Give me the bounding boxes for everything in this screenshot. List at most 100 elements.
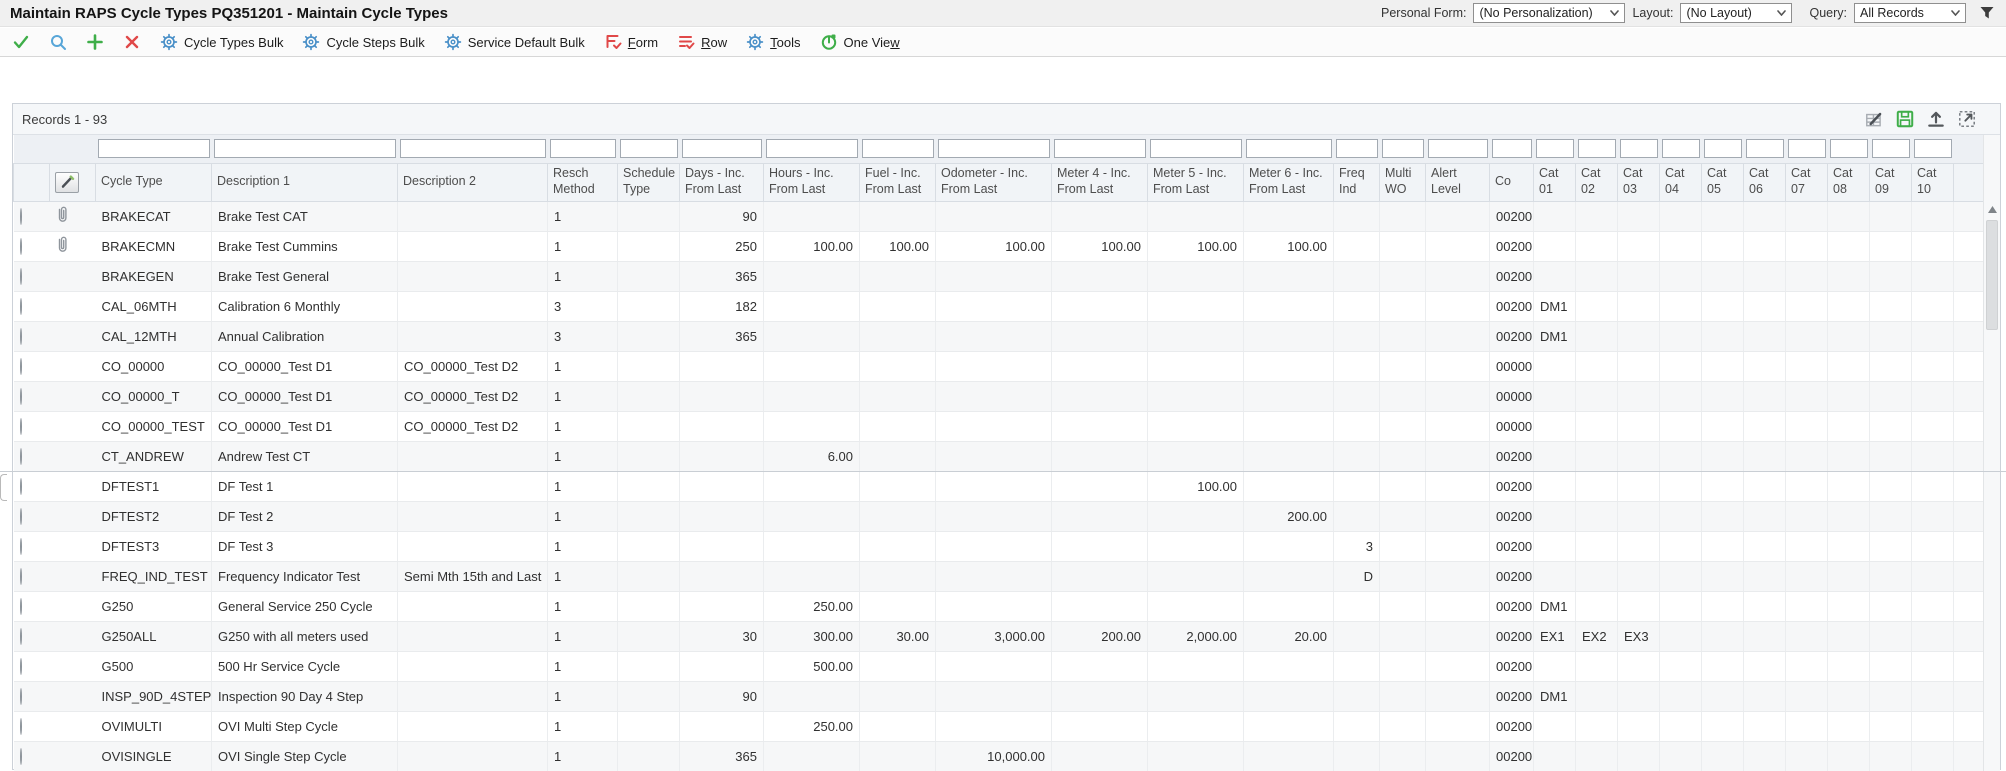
row-select-radio[interactable] (20, 328, 22, 345)
row-select-radio[interactable] (20, 658, 22, 675)
column-header-meter6[interactable]: Meter 6 - Inc. From Last (1244, 163, 1334, 201)
column-header-desc2[interactable]: Description 2 (398, 163, 548, 201)
row-select-radio[interactable] (20, 538, 22, 555)
table-row[interactable]: CO_00000CO_00000_Test D1CO_00000_Test D2… (14, 351, 1984, 381)
one-view-button[interactable]: One View (820, 33, 900, 51)
column-header-resch[interactable]: Resch Method (548, 163, 618, 201)
row-select-radio[interactable] (20, 688, 22, 705)
table-row[interactable]: DFTEST1DF Test 11100.0000200 (14, 471, 1984, 501)
qbe-input-cat09[interactable] (1872, 139, 1910, 158)
row-select-radio[interactable] (20, 388, 22, 405)
qbe-input-cat10[interactable] (1914, 139, 1952, 158)
column-header-cat10[interactable]: Cat 10 (1912, 163, 1954, 201)
row-button[interactable]: Row (677, 33, 727, 51)
qbe-input-cycleType[interactable] (98, 139, 210, 158)
qbe-input-hours[interactable] (766, 139, 858, 158)
qbe-input-cat07[interactable] (1788, 139, 1826, 158)
row-select-radio[interactable] (20, 748, 22, 765)
tools-button[interactable]: Tools (746, 33, 800, 51)
cycle-types-bulk-button[interactable]: Cycle Types Bulk (160, 33, 283, 51)
column-header-alertLevel[interactable]: Alert Level (1426, 163, 1490, 201)
add-button[interactable] (86, 33, 104, 51)
column-header-meter5[interactable]: Meter 5 - Inc. From Last (1148, 163, 1244, 201)
table-row[interactable]: CAL_12MTHAnnual Calibration336500200DM1 (14, 321, 1984, 351)
table-row[interactable]: DFTEST3DF Test 31300200 (14, 531, 1984, 561)
row-select-radio[interactable] (20, 238, 22, 255)
column-header-cat01[interactable]: Cat 01 (1534, 163, 1576, 201)
column-header-cat08[interactable]: Cat 08 (1828, 163, 1870, 201)
column-header-desc1[interactable]: Description 1 (212, 163, 398, 201)
personal-form-select[interactable]: (No Personalization) (1473, 3, 1625, 23)
column-header-hours[interactable]: Hours - Inc. From Last (764, 163, 860, 201)
column-header-cat09[interactable]: Cat 09 (1870, 163, 1912, 201)
row-select-radio[interactable] (20, 718, 22, 735)
qbe-input-schedType[interactable] (620, 139, 678, 158)
column-header-freqInd[interactable]: Freq Ind (1334, 163, 1380, 201)
grid-export-icon[interactable] (1895, 109, 1915, 129)
column-header-cat04[interactable]: Cat 04 (1660, 163, 1702, 201)
table-row[interactable]: CAL_06MTHCalibration 6 Monthly318200200D… (14, 291, 1984, 321)
row-select-radio[interactable] (20, 418, 22, 435)
table-row[interactable]: G250General Service 250 Cycle1250.000020… (14, 591, 1984, 621)
qbe-input-cat01[interactable] (1536, 139, 1574, 158)
scroll-up-button[interactable] (1984, 201, 2000, 218)
table-row[interactable]: BRAKECATBrake Test CAT19000200 (14, 201, 1984, 231)
column-header-fuel[interactable]: Fuel - Inc. From Last (860, 163, 936, 201)
layout-select[interactable]: (No Layout) (1680, 3, 1792, 23)
qbe-input-desc2[interactable] (400, 139, 546, 158)
qbe-input-cat03[interactable] (1620, 139, 1658, 158)
grid-maximize-icon[interactable] (1957, 109, 1977, 129)
table-row[interactable]: BRAKECMNBrake Test Cummins1250100.00100.… (14, 231, 1984, 261)
service-default-bulk-button[interactable]: Service Default Bulk (444, 33, 585, 51)
table-row[interactable]: FREQ_IND_TESTFrequency Indicator TestSem… (14, 561, 1984, 591)
qbe-input-cat04[interactable] (1662, 139, 1700, 158)
table-row[interactable]: CT_ANDREWAndrew Test CT16.0000200 (14, 441, 1984, 471)
qbe-input-co[interactable] (1492, 139, 1532, 158)
qbe-input-odometer[interactable] (938, 139, 1050, 158)
qbe-input-multiWO[interactable] (1382, 139, 1424, 158)
table-row[interactable]: OVIMULTIOVI Multi Step Cycle1250.0000200 (14, 711, 1984, 741)
table-row[interactable]: G250ALLG250 with all meters used130300.0… (14, 621, 1984, 651)
column-header-meter4[interactable]: Meter 4 - Inc. From Last (1052, 163, 1148, 201)
row-select-radio[interactable] (20, 478, 22, 495)
find-button[interactable] (49, 33, 67, 51)
qbe-input-meter4[interactable] (1054, 139, 1146, 158)
qbe-input-meter5[interactable] (1150, 139, 1242, 158)
scrollbar-thumb[interactable] (1986, 220, 1998, 330)
column-header-cat07[interactable]: Cat 07 (1786, 163, 1828, 201)
row-select-radio[interactable] (20, 628, 22, 645)
grid-personalize-icon[interactable] (1864, 109, 1884, 129)
query-filter-funnel-icon[interactable] (1978, 4, 1996, 22)
qbe-input-cat05[interactable] (1704, 139, 1742, 158)
paperclip-icon[interactable] (56, 205, 69, 224)
qbe-input-cat06[interactable] (1746, 139, 1784, 158)
grid-import-icon[interactable] (1926, 109, 1946, 129)
row-select-radio[interactable] (20, 268, 22, 285)
table-row[interactable]: DFTEST2DF Test 21200.0000200 (14, 501, 1984, 531)
form-button[interactable]: Form (604, 33, 658, 51)
row-select-radio[interactable] (20, 598, 22, 615)
row-select-radio[interactable] (20, 298, 22, 315)
ok-button[interactable] (12, 33, 30, 51)
table-row[interactable]: BRAKEGENBrake Test General136500200 (14, 261, 1984, 291)
row-select-radio[interactable] (20, 208, 22, 225)
column-header-multiWO[interactable]: Multi WO (1380, 163, 1426, 201)
qbe-input-days[interactable] (682, 139, 762, 158)
qbe-input-fuel[interactable] (862, 139, 934, 158)
column-header-odometer[interactable]: Odometer - Inc. From Last (936, 163, 1052, 201)
qbe-input-desc1[interactable] (214, 139, 396, 158)
row-select-radio[interactable] (20, 448, 22, 465)
row-select-radio[interactable] (20, 508, 22, 525)
column-header-cycleType[interactable]: Cycle Type (96, 163, 212, 201)
row-select-radio[interactable] (20, 358, 22, 375)
column-header-cat02[interactable]: Cat 02 (1576, 163, 1618, 201)
scrollbar-track[interactable] (1984, 218, 2000, 771)
cycle-steps-bulk-button[interactable]: Cycle Steps Bulk (302, 33, 424, 51)
delete-button[interactable] (123, 33, 141, 51)
qbe-input-meter6[interactable] (1246, 139, 1332, 158)
column-header-schedType[interactable]: Schedule Type (618, 163, 680, 201)
vertical-scrollbar[interactable] (1983, 135, 2000, 771)
qbe-input-alertLevel[interactable] (1428, 139, 1488, 158)
column-header-days[interactable]: Days - Inc. From Last (680, 163, 764, 201)
table-row[interactable]: CO_00000_TESTCO_00000_Test D1CO_00000_Te… (14, 411, 1984, 441)
